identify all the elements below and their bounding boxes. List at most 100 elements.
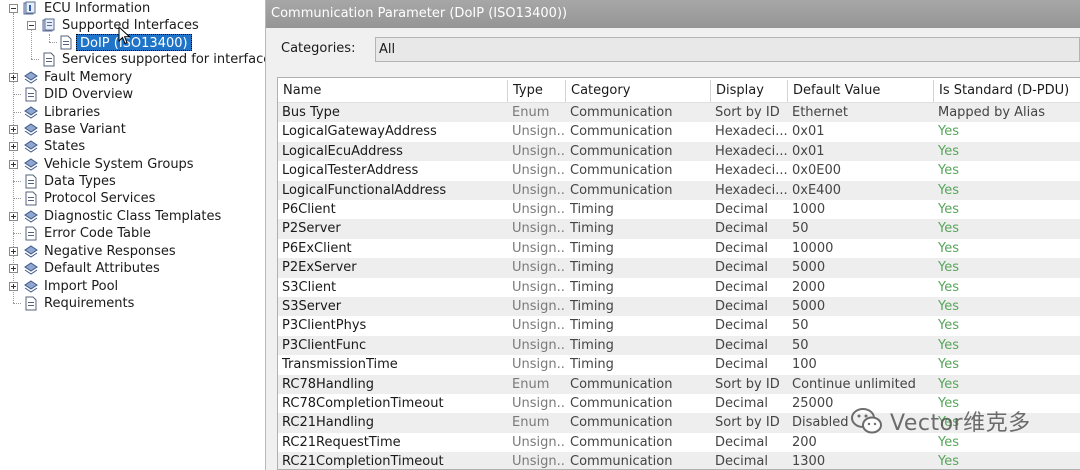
cell-display: Decimal (715, 454, 769, 470)
diamond-stack-icon (24, 280, 38, 293)
column-header-type[interactable]: Type (508, 80, 566, 102)
document-icon (25, 87, 37, 102)
tree-item-states[interactable]: States (0, 138, 265, 155)
panel-title: Communication Parameter (DoIP (ISO13400)… (266, 0, 1080, 28)
tree-item-default-attributes[interactable]: Default Attributes (0, 260, 265, 277)
diamond-stack-icon (24, 210, 38, 223)
cell-name: P6ExClient (282, 240, 352, 256)
expand-icon[interactable] (9, 160, 18, 169)
tree-item-label: Data Types (44, 174, 116, 189)
tree-item-protocol-services[interactable]: Protocol Services (0, 190, 265, 207)
cell-is-standard: Yes (938, 182, 959, 198)
cell-default-value: 0x01 (792, 143, 825, 159)
cell-display: Sort by ID (715, 415, 780, 431)
categories-dropdown[interactable]: All (375, 37, 1080, 62)
table-row[interactable]: P3ClientPhys Unsign... Timing Decimal 50 Yes (278, 316, 1080, 335)
table-row[interactable]: S3Server Unsign... Timing Decimal 5000 Yes (278, 297, 1080, 317)
table-row[interactable]: LogicalFunctionalAddress Unsign... Communi… (278, 180, 1080, 200)
cell-default-value: 0xE400 (792, 182, 841, 198)
tree-item-label: Import Pool (44, 279, 119, 294)
table-row[interactable]: P2Server Unsign... Timing Decimal 50 Yes (278, 219, 1080, 239)
table-row[interactable]: S3Client Unsign... Timing Decimal 2000 Yes (278, 278, 1080, 297)
cell-type: Unsign... (512, 434, 566, 450)
cell-is-standard: Yes (938, 143, 959, 159)
cell-default-value: 5000 (792, 299, 826, 314)
table-row[interactable]: Bus Type Enum Communication Sort by ID Ether… (278, 103, 1080, 123)
tree-item-base-variant[interactable]: Base Variant (0, 121, 265, 138)
mouse-cursor-icon (118, 26, 131, 45)
expand-icon[interactable] (9, 282, 18, 291)
tree-item-doip[interactable]: DoIP (ISO13400) (0, 34, 265, 51)
tree-item-requirements[interactable]: Requirements (0, 295, 265, 312)
table-row[interactable]: P6ExClient Unsign... Timing Decimal 10000 Yes (278, 239, 1080, 258)
tree-item-libraries[interactable]: Libraries (0, 104, 265, 121)
tree-item-ecu-information[interactable]: ECU Information (0, 0, 265, 17)
tree-item-data-types[interactable]: Data Types (0, 173, 265, 190)
tree-item-supported-interfaces[interactable]: Supported Interfaces (0, 17, 265, 34)
cell-is-standard: Yes (938, 357, 959, 373)
document-icon (25, 226, 37, 241)
column-header-name[interactable]: Name (278, 80, 508, 102)
tree-item-label: States (44, 139, 86, 154)
cell-name: RC78Handling (282, 376, 374, 392)
expand-icon[interactable] (9, 212, 18, 221)
table-row[interactable]: LogicalGatewayAddress Unsign... Communicat… (278, 122, 1080, 141)
tree-guide-line (13, 303, 21, 304)
expand-icon[interactable] (9, 247, 18, 256)
table-row[interactable]: RC21CompletionTimeout Unsign... Communicat… (278, 452, 1080, 470)
table-row[interactable]: P2ExServer Unsign... Timing Decimal 5000 Yes (278, 258, 1080, 278)
cell-display: Hexadeci... (715, 182, 788, 198)
table-row[interactable]: RC78Handling Enum Communication Sort by ID C… (278, 374, 1080, 394)
expand-icon[interactable] (9, 125, 18, 134)
cell-type: Unsign... (512, 318, 566, 334)
diamond-stack-icon (24, 71, 38, 84)
tree-item-fault-memory[interactable]: Fault Memory (0, 69, 265, 86)
interfaces-icon (42, 18, 55, 32)
column-header-default-value[interactable]: Default Value (788, 80, 934, 102)
cell-category: Timing (570, 337, 614, 353)
tree-item-error-code-table[interactable]: Error Code Table (0, 225, 265, 242)
diamond-stack-icon (24, 245, 38, 258)
cell-is-standard: Yes (938, 299, 959, 314)
tree-item-label: Negative Responses (44, 244, 176, 259)
table-row[interactable]: P6Client Unsign... Timing Decimal 1000 Yes (278, 200, 1080, 219)
column-header-is-standard[interactable]: Is Standard (D-PDU) (934, 80, 1080, 102)
cell-display: Decimal (715, 299, 769, 314)
tree-item-label: Diagnostic Class Templates (44, 209, 222, 224)
tree-item-label: Requirements (44, 296, 135, 311)
tree-item-negative-responses[interactable]: Negative Responses (0, 243, 265, 260)
cell-display: Hexadeci... (715, 143, 788, 159)
categories-selected-value: All (379, 42, 396, 57)
diamond-stack-icon (24, 158, 38, 171)
expand-icon[interactable] (9, 264, 18, 273)
tree-item-services-supported[interactable]: Services supported for interfaces (0, 51, 265, 68)
tree-item-label: Fault Memory (44, 70, 133, 85)
column-header-category[interactable]: Category (566, 80, 711, 102)
expand-icon[interactable] (9, 142, 18, 151)
cell-name: P3ClientFunc (282, 337, 367, 353)
column-header-display[interactable]: Display (711, 80, 788, 102)
tree-guide-line (13, 94, 21, 95)
tree-item-diagnostic-class-templates[interactable]: Diagnostic Class Templates (0, 208, 265, 225)
cell-type: Unsign... (512, 182, 566, 198)
tree-item-label: DoIP (ISO13400) (76, 34, 192, 51)
table-row[interactable]: P3ClientFunc Unsign... Timing Decimal 50 Yes (278, 335, 1080, 356)
collapse-icon[interactable] (9, 4, 18, 13)
cell-category: Communication (570, 415, 673, 431)
cell-category: Timing (570, 202, 614, 217)
table-row[interactable]: TransmissionTime Unsign... Timing Decimal 10… (278, 355, 1080, 374)
cell-category: Timing (570, 279, 614, 295)
tree-item-vehicle-system-groups[interactable]: Vehicle System Groups (0, 156, 265, 173)
cell-is-standard: Yes (938, 202, 959, 217)
cell-category: Timing (570, 318, 614, 334)
tree-item-import-pool[interactable]: Import Pool (0, 278, 265, 295)
tree-item-did-overview[interactable]: DID Overview (0, 86, 265, 103)
table-row[interactable]: LogicalEcuAddress Unsign... Communication H… (278, 141, 1080, 162)
cell-name: LogicalEcuAddress (282, 143, 403, 159)
cell-display: Decimal (715, 318, 769, 334)
expand-icon[interactable] (9, 73, 18, 82)
tree-item-label: ECU Information (44, 1, 151, 16)
cell-name: LogicalTesterAddress (282, 163, 419, 179)
table-row[interactable]: LogicalTesterAddress Unsign... Communicati… (278, 161, 1080, 180)
collapse-icon[interactable] (27, 21, 36, 30)
